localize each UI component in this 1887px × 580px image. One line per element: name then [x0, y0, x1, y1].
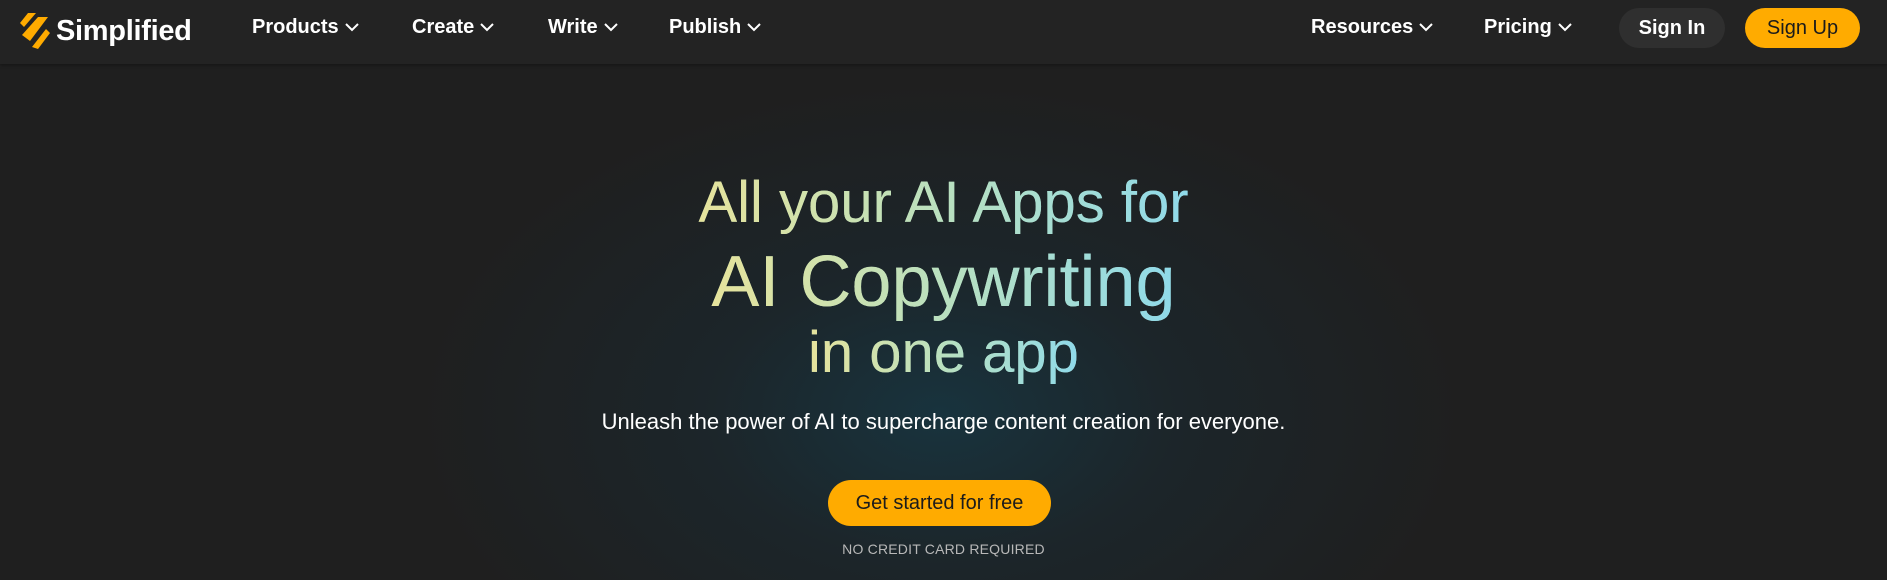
- nav-item-label: Write: [548, 15, 598, 38]
- nav-item-label: Products: [252, 15, 339, 38]
- nav-item-label: Publish: [669, 15, 742, 38]
- logo-link[interactable]: Simplified: [18, 8, 192, 54]
- nav-item-label: Pricing: [1484, 15, 1552, 38]
- hero-headline-line2: AI Copywriting: [0, 240, 1887, 324]
- chevron-down-icon: [480, 23, 494, 32]
- chevron-down-icon: [1419, 23, 1433, 32]
- chevron-down-icon: [603, 23, 618, 32]
- nav-item-create[interactable]: Create: [412, 0, 494, 54]
- nav-item-resources[interactable]: Resources: [1311, 0, 1433, 54]
- hero-headline-line3-text: in one app: [808, 320, 1079, 385]
- hero-headline-line1-text: All your AI Apps for: [698, 170, 1189, 235]
- chevron-down-icon: [1558, 23, 1572, 32]
- chevron-down-icon: [747, 23, 761, 32]
- sign-up-button[interactable]: Sign Up: [1745, 8, 1860, 48]
- get-started-button[interactable]: Get started for free: [828, 480, 1051, 526]
- nav-item-label: Resources: [1311, 15, 1414, 38]
- simplified-logo-icon: [20, 13, 50, 49]
- hero-headline-line2-text: AI Copywriting: [711, 242, 1176, 322]
- sign-in-button[interactable]: Sign In: [1619, 8, 1725, 48]
- hero-headline-line3: in one app: [0, 317, 1887, 389]
- hero-section: All your AI Apps for AI Copywriting in o…: [0, 64, 1887, 580]
- chevron-down-icon: [344, 23, 359, 32]
- nav-item-label: Create: [412, 15, 475, 38]
- hero-subtitle: Unleash the power of AI to supercharge c…: [601, 409, 1286, 434]
- brand-name: Simplified: [56, 14, 192, 47]
- top-navigation: Simplified Products Create Write Publish…: [0, 0, 1887, 64]
- no-credit-card-note: NO CREDIT CARD REQUIRED: [842, 541, 1045, 557]
- nav-item-pricing[interactable]: Pricing: [1484, 0, 1572, 54]
- nav-item-write[interactable]: Write: [548, 0, 618, 54]
- nav-item-publish[interactable]: Publish: [669, 0, 761, 54]
- nav-item-products[interactable]: Products: [252, 0, 359, 54]
- hero-headline-line1: All your AI Apps for: [0, 168, 1887, 238]
